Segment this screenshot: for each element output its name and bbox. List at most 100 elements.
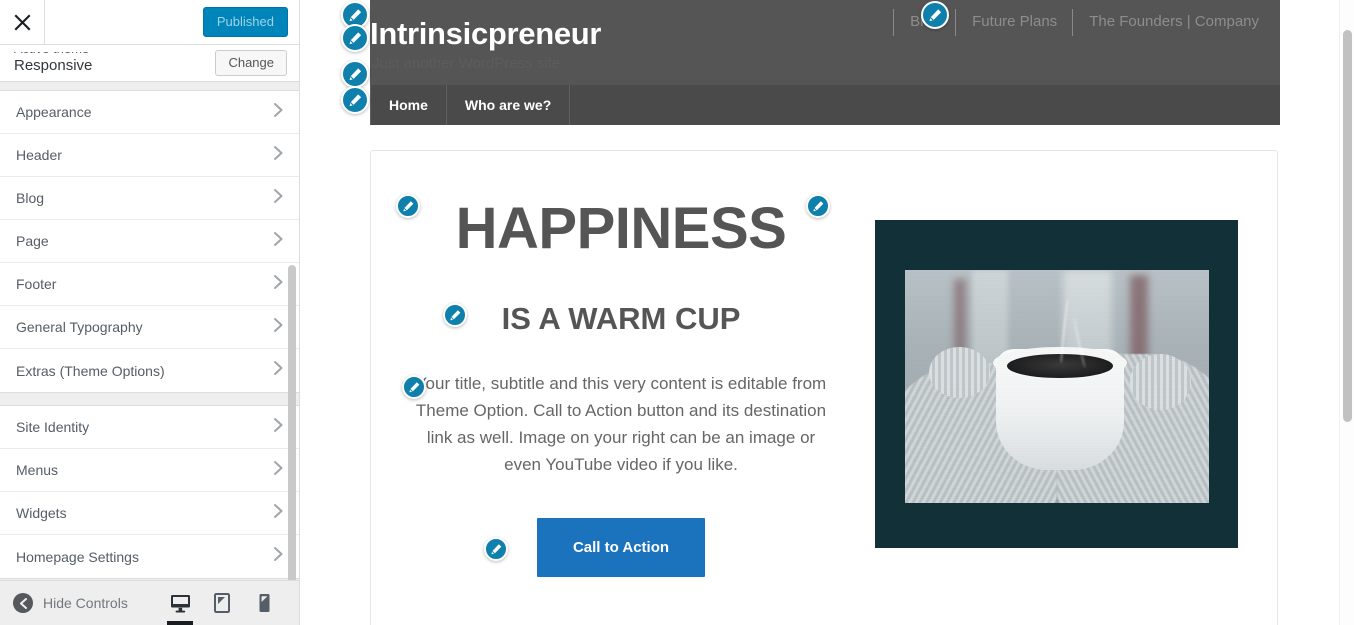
primary-navigation: Home Who are we? bbox=[370, 85, 1280, 125]
sidebar-item-label: Header bbox=[16, 147, 62, 163]
device-button-mobile[interactable] bbox=[243, 581, 285, 625]
close-customizer-button[interactable] bbox=[0, 0, 45, 44]
sidebar-item-extras[interactable]: Extras (Theme Options) bbox=[0, 349, 299, 392]
mobile-icon bbox=[259, 593, 270, 613]
pencil-edit-icon bbox=[349, 31, 361, 44]
main-nav-item-who-are-we[interactable]: Who are we? bbox=[447, 85, 571, 125]
publish-button[interactable]: Published bbox=[202, 6, 288, 38]
chevron-right-icon bbox=[273, 317, 284, 338]
panel-group-theme: Appearance Header Blog Page Footer Gener… bbox=[0, 90, 299, 393]
site-tagline: Just another WordPress site bbox=[372, 55, 561, 72]
site-title[interactable]: Intrinsicpreneur bbox=[370, 16, 602, 52]
tablet-icon bbox=[214, 593, 230, 613]
sidebar-header: Published bbox=[0, 0, 299, 45]
sidebar-item-label: Footer bbox=[16, 276, 57, 292]
sidebar-item-label: Site Identity bbox=[16, 419, 90, 435]
hero-image-frame bbox=[875, 220, 1238, 548]
pencil-edit-icon bbox=[349, 67, 361, 80]
sidebar-footer: Hide Controls bbox=[0, 580, 299, 625]
sidebar-item-label: Widgets bbox=[16, 505, 67, 521]
desktop-icon bbox=[170, 594, 191, 613]
chevron-right-icon bbox=[273, 188, 284, 209]
hero-cta-wrapper: Call to Action bbox=[411, 518, 831, 577]
edit-shortcut-site-tagline[interactable] bbox=[341, 60, 369, 88]
hero-description: Your title, subtitle and this very conte… bbox=[415, 374, 827, 474]
edit-shortcut-hero-subtitle[interactable] bbox=[443, 303, 467, 327]
hide-controls-button[interactable]: Hide Controls bbox=[0, 593, 159, 613]
hide-controls-label: Hide Controls bbox=[43, 595, 128, 611]
top-nav-item-future-plans[interactable]: Future Plans bbox=[955, 9, 1072, 36]
chevron-right-icon bbox=[273, 231, 284, 252]
panel-group-core: Site Identity Menus Widgets Homepage Set… bbox=[0, 405, 299, 579]
pencil-edit-icon bbox=[490, 543, 501, 554]
sidebar-item-label: Appearance bbox=[16, 104, 92, 120]
customizer-panel-list: Appearance Header Blog Page Footer Gener… bbox=[0, 90, 299, 585]
panel-group-divider bbox=[0, 393, 299, 405]
preview-scrollbar[interactable] bbox=[1339, 0, 1354, 625]
active-theme-name: Responsive bbox=[14, 56, 93, 74]
sidebar-item-header[interactable]: Header bbox=[0, 134, 299, 177]
pencil-edit-icon bbox=[408, 381, 419, 392]
chevron-right-icon bbox=[273, 102, 284, 123]
active-theme-label: Active theme bbox=[14, 52, 92, 56]
hero-text-column: HAPPINESS IS A WARM CUP Your title, subt… bbox=[411, 196, 831, 577]
edit-shortcut-hero-title[interactable] bbox=[396, 194, 420, 218]
top-nav-item-the-founders-company[interactable]: The Founders | Company bbox=[1072, 9, 1274, 36]
customizer-sidebar: Published Active theme Responsive Change… bbox=[0, 0, 300, 625]
sidebar-item-general-typography[interactable]: General Typography bbox=[0, 306, 299, 349]
sidebar-item-appearance[interactable]: Appearance bbox=[0, 91, 299, 134]
pencil-edit-icon bbox=[812, 200, 823, 211]
pencil-edit-icon bbox=[929, 8, 941, 21]
sidebar-item-label: General Typography bbox=[16, 319, 143, 335]
chevron-right-icon bbox=[273, 417, 284, 438]
sidebar-scrollbar-thumb[interactable] bbox=[288, 265, 296, 625]
chevron-right-icon bbox=[273, 460, 284, 481]
sidebar-item-homepage-settings[interactable]: Homepage Settings bbox=[0, 535, 299, 578]
device-button-tablet[interactable] bbox=[201, 581, 243, 625]
preview-scrollbar-thumb[interactable] bbox=[1343, 30, 1352, 422]
site-header: Intrinsicpreneur Just another WordPress … bbox=[370, 0, 1280, 85]
close-x-icon bbox=[14, 14, 31, 31]
chevron-right-icon bbox=[273, 546, 284, 567]
hero-photo bbox=[905, 270, 1209, 503]
caret-left-circle-icon bbox=[13, 593, 33, 613]
sidebar-item-label: Homepage Settings bbox=[16, 548, 139, 565]
sidebar-item-menus[interactable]: Menus bbox=[0, 449, 299, 492]
hero-title: HAPPINESS bbox=[455, 196, 787, 261]
call-to-action-button[interactable]: Call to Action bbox=[536, 518, 706, 577]
secondary-navigation: Blog Future Plans The Founders | Company bbox=[893, 9, 1274, 36]
active-theme-info: Active theme Responsive bbox=[14, 52, 92, 75]
sidebar-item-label: Blog bbox=[16, 190, 45, 206]
edit-shortcut-call-to-action[interactable] bbox=[484, 537, 508, 561]
sidebar-item-footer[interactable]: Footer bbox=[0, 263, 299, 306]
chevron-right-icon bbox=[273, 145, 284, 166]
active-theme-row: Active theme Responsive Change bbox=[0, 45, 299, 82]
sidebar-item-page[interactable]: Page bbox=[0, 220, 299, 263]
device-preview-switcher bbox=[159, 581, 299, 625]
photo-grain-overlay bbox=[905, 270, 1209, 503]
sidebar-scrollbar[interactable] bbox=[288, 90, 298, 625]
main-nav-item-home[interactable]: Home bbox=[370, 85, 447, 125]
sidebar-item-site-identity[interactable]: Site Identity bbox=[0, 406, 299, 449]
edit-shortcut-hero-image[interactable] bbox=[806, 194, 830, 218]
edit-shortcut-secondary-menu[interactable] bbox=[921, 1, 949, 29]
customizer-app: Published Active theme Responsive Change… bbox=[0, 0, 1354, 625]
chevron-right-icon bbox=[273, 274, 284, 295]
sidebar-item-label: Page bbox=[16, 233, 49, 249]
sidebar-item-label: Menus bbox=[16, 462, 59, 478]
hero-subtitle: IS A WARM CUP bbox=[501, 301, 741, 336]
chevron-right-icon bbox=[273, 503, 284, 524]
device-button-desktop[interactable] bbox=[159, 581, 201, 625]
sidebar-item-blog[interactable]: Blog bbox=[0, 177, 299, 220]
chevron-right-icon bbox=[273, 360, 284, 381]
pencil-edit-icon bbox=[349, 93, 361, 106]
pencil-edit-icon bbox=[349, 8, 361, 21]
edit-shortcut-site-title[interactable] bbox=[341, 24, 369, 52]
sidebar-item-widgets[interactable]: Widgets bbox=[0, 492, 299, 535]
edit-shortcut-primary-menu[interactable] bbox=[341, 86, 369, 114]
pencil-edit-icon bbox=[402, 200, 413, 211]
pencil-edit-icon bbox=[449, 309, 460, 320]
edit-shortcut-hero-description[interactable] bbox=[402, 375, 426, 399]
sidebar-item-label: Extras (Theme Options) bbox=[16, 362, 165, 379]
change-theme-button[interactable]: Change bbox=[215, 50, 287, 76]
